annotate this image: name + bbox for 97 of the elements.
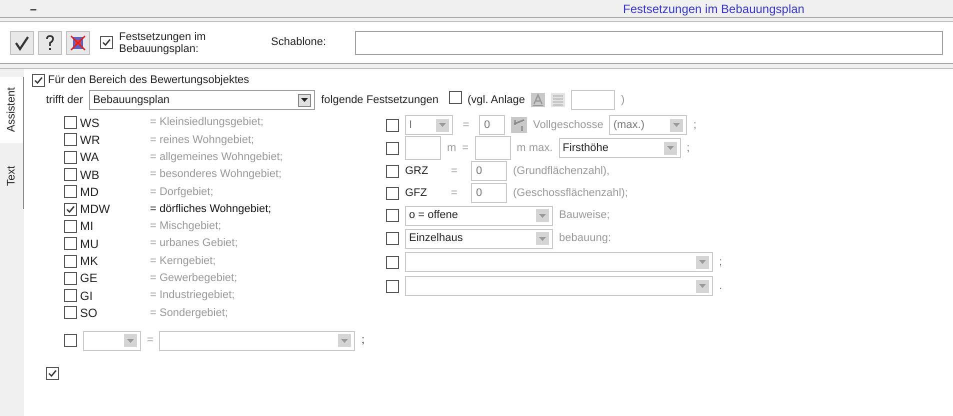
separator: ; [719,254,722,270]
input-field[interactable] [571,90,615,110]
input-field[interactable]: 0 [471,161,507,181]
zone-description: = Mischgebiet; [150,219,222,234]
equals-sign: = [462,140,469,156]
dropdown[interactable]: I [405,115,453,135]
checkbox[interactable] [64,254,77,268]
separator: ; [361,333,364,348]
unit-label: m max. [516,140,553,156]
dropdown[interactable]: Einzelhaus [405,228,553,248]
checkbox[interactable] [64,150,77,164]
zone-code: WS [79,114,100,132]
zone-code: MDW [79,201,111,218]
zone-description: = reines Wohngebiet; [150,132,254,148]
zone-code: MU [79,236,100,253]
bracket: ) [621,92,625,108]
plan-dropdown[interactable]: Bebauungsplan [89,90,316,110]
checkbox[interactable] [386,186,399,200]
zone-code: MI [79,218,94,236]
equals-sign: = [451,186,458,201]
checkbox[interactable] [386,209,399,222]
zone-description: = Kleinsiedlungsgebiet; [150,115,264,130]
zone-code: MK [79,253,99,270]
checkmark-icon [14,34,30,50]
zone-code: WA [79,149,100,166]
ratio-label: (Grundflächenzahl), [513,164,610,179]
checkbox[interactable] [386,232,399,245]
zone-code: SO [79,304,98,322]
panel-title: Festsetzungen im Bebauungsplan [623,0,804,18]
setting-label: Bauweise; [559,208,610,224]
checkbox[interactable] [64,185,77,198]
annex-label: (vgl. Anlage [468,92,525,108]
zone-code: WR [79,132,101,149]
separator: ; [686,140,690,156]
help-button[interactable] [38,30,62,54]
checkbox[interactable] [448,91,462,104]
checkbox[interactable] [386,142,399,154]
checkbox[interactable] [64,272,77,285]
template-label: Schablone: [271,35,328,50]
input-field[interactable]: 0 [479,115,505,135]
zone-code: WB [79,166,100,184]
zone-code: MD [79,184,100,201]
help-icon [45,34,55,50]
checkbox[interactable] [64,133,77,146]
zone-code: GI [79,288,94,305]
checkbox[interactable] [64,237,77,250]
checkbox-label: Festsetzungen im Bebauungsplan: [119,30,207,54]
separator: . [719,278,722,294]
crossed-document-icon [70,34,86,50]
checkbox[interactable] [386,118,399,132]
checkbox[interactable] [64,306,77,320]
checkbox[interactable] [64,168,77,182]
side-tab[interactable]: Assistent [0,77,24,143]
collapse-button[interactable]: – [30,0,37,18]
zone-description: = Dorfgebiet; [150,184,214,200]
equals-sign: = [147,333,154,348]
prefix-label: trifft der [46,92,84,108]
unit-label: m [447,140,456,156]
suffix-label: folgende Festsetzungen [321,92,439,108]
checkbox[interactable] [64,220,77,233]
checkbox[interactable] [46,366,59,380]
checkbox[interactable] [386,164,399,178]
checkbox[interactable] [386,280,399,292]
equals-sign: = [462,118,470,133]
separator: ; [693,118,696,133]
zone-code: GE [79,270,98,288]
input-field[interactable]: 0 [471,183,507,203]
template-field[interactable] [355,30,943,54]
input-field[interactable] [474,136,511,160]
checkbox[interactable] [100,36,113,48]
zone-description: = urbanes Gebiet; [150,236,238,252]
dropdown[interactable]: (max.) [609,115,688,135]
ratio-code: GRZ [405,164,430,179]
checkbox[interactable] [64,334,77,348]
setting-label: bebauung: [559,231,611,246]
checkbox[interactable] [32,74,45,86]
storeys-label: Vollgeschosse [533,118,604,133]
input-field[interactable] [405,136,441,160]
ratio-code: GFZ [405,186,428,201]
equals-sign: = [451,164,458,179]
confirm-button[interactable] [10,30,34,54]
zone-description: = dörfliches Wohngebiet; [150,202,272,217]
ratio-label: (Geschossflächenzahl); [513,186,628,201]
zone-description: = Industriegebiet; [150,288,235,304]
checkbox[interactable] [64,289,77,302]
zone-description: = Sondergebiet; [150,306,228,321]
dropdown[interactable]: o = offene [405,206,553,226]
zone-description: = Gewerbegebiet; [150,271,238,286]
zone-description: = besonderes Wohngebiet; [150,167,282,182]
zone-description: = Kerngebiet; [150,254,216,269]
checkbox[interactable] [64,116,77,130]
scope-label: Für den Bereich des Bewertungsobjektes [48,72,250,88]
checkbox[interactable] [386,256,399,268]
zone-description: = allgemeines Wohngebiet; [150,150,283,165]
checkbox[interactable] [64,202,77,216]
delete-button[interactable] [66,30,90,54]
dropdown[interactable]: Firsthöhe [558,138,681,158]
